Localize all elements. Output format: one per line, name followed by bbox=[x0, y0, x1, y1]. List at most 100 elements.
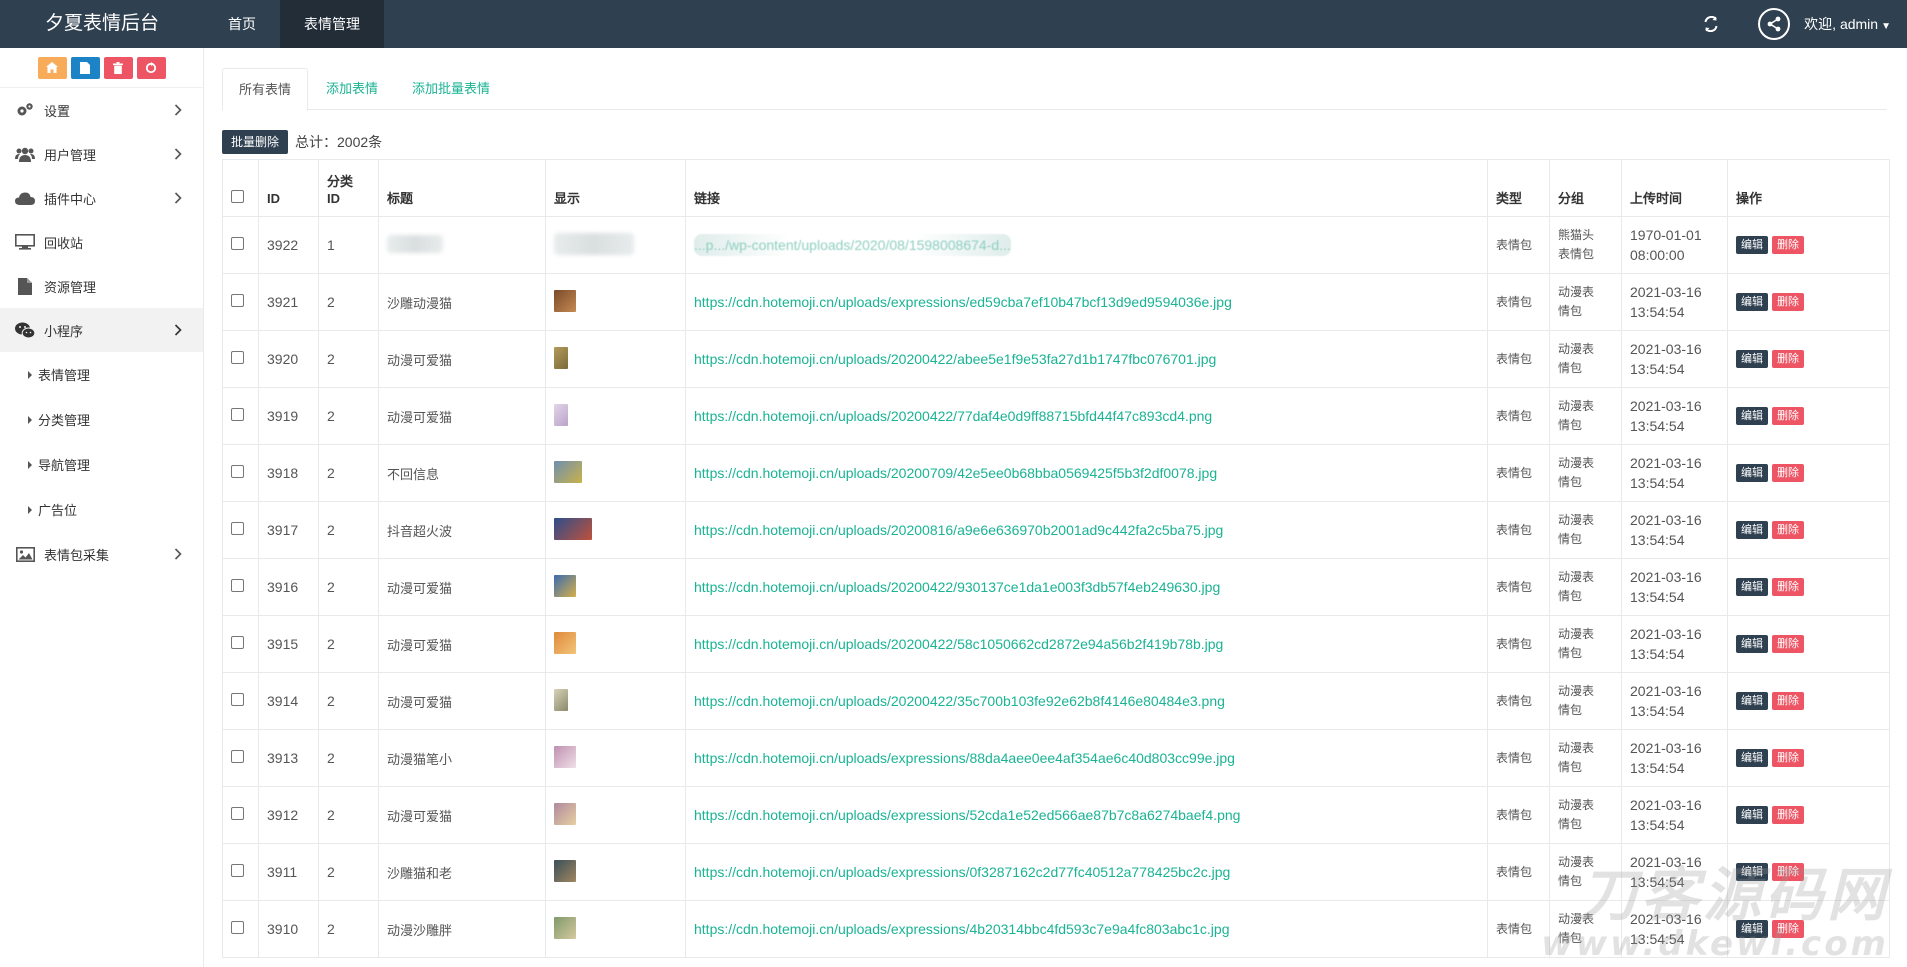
cell-upload-time: 2021-03-16 13:54:54 bbox=[1621, 615, 1728, 673]
document-button[interactable] bbox=[70, 56, 100, 79]
header-id[interactable]: ID bbox=[258, 159, 319, 217]
emoji-thumbnail[interactable] bbox=[554, 346, 568, 369]
link-text[interactable]: https://cdn.hotemoji.cn/uploads/20200422… bbox=[694, 693, 1225, 709]
delete-button[interactable]: 删除 bbox=[1772, 692, 1804, 710]
row-checkbox[interactable] bbox=[231, 750, 244, 763]
nav-emoji-management[interactable]: 表情管理 bbox=[280, 0, 384, 48]
sidebar-subitem-emoji-management[interactable]: 表情管理 bbox=[0, 352, 203, 397]
delete-button[interactable]: 删除 bbox=[1772, 293, 1804, 311]
emoji-thumbnail[interactable] bbox=[554, 289, 576, 312]
delete-button[interactable]: 删除 bbox=[1772, 920, 1804, 938]
avatar[interactable] bbox=[1758, 8, 1791, 40]
row-checkbox[interactable] bbox=[231, 351, 244, 364]
link-text[interactable]: https://cdn.hotemoji.cn/uploads/expressi… bbox=[694, 750, 1235, 766]
bulk-delete-button[interactable]: 批量删除 bbox=[222, 130, 289, 154]
nav-home[interactable]: 首页 bbox=[204, 0, 280, 48]
header-group[interactable]: 分组 bbox=[1549, 159, 1622, 217]
tab-add-emoji[interactable]: 添加表情 bbox=[310, 68, 394, 110]
sidebar-subitem-navigation-management[interactable]: 导航管理 bbox=[0, 442, 203, 487]
edit-button[interactable]: 编辑 bbox=[1736, 407, 1768, 425]
emoji-thumbnail[interactable] bbox=[554, 403, 568, 426]
edit-button[interactable]: 编辑 bbox=[1736, 806, 1768, 824]
emoji-thumbnail[interactable] bbox=[554, 517, 592, 540]
header-link[interactable]: 链接 bbox=[685, 159, 1488, 217]
row-checkbox[interactable] bbox=[231, 408, 244, 421]
emoji-thumbnail[interactable] bbox=[554, 631, 576, 654]
edit-button[interactable]: 编辑 bbox=[1736, 863, 1768, 881]
emoji-thumbnail[interactable] bbox=[554, 460, 582, 483]
link-text[interactable]: ...p.../wp-content/uploads/2020/08/15980… bbox=[694, 234, 1011, 256]
link-text[interactable]: https://cdn.hotemoji.cn/uploads/20200422… bbox=[694, 636, 1223, 652]
edit-button[interactable]: 编辑 bbox=[1736, 350, 1768, 368]
emoji-thumbnail[interactable] bbox=[554, 859, 576, 882]
row-checkbox[interactable] bbox=[231, 636, 244, 649]
delete-button[interactable]: 删除 bbox=[1772, 863, 1804, 881]
edit-button[interactable]: 编辑 bbox=[1736, 692, 1768, 710]
tab-all-emojis[interactable]: 所有表情 bbox=[222, 68, 309, 111]
row-checkbox[interactable] bbox=[231, 237, 244, 250]
sidebar-item-resources[interactable]: 资源管理 bbox=[0, 264, 203, 308]
delete-button[interactable]: 删除 bbox=[1772, 635, 1804, 653]
recycle-button[interactable] bbox=[136, 56, 166, 79]
sidebar-item-recycle-bin[interactable]: 回收站 bbox=[0, 220, 203, 264]
sidebar-item-mini-program[interactable]: 小程序 bbox=[0, 308, 203, 352]
edit-button[interactable]: 编辑 bbox=[1736, 236, 1768, 254]
refresh-icon[interactable] bbox=[1700, 13, 1722, 35]
header-upload-time[interactable]: 上传时间 bbox=[1621, 159, 1728, 217]
header-display[interactable]: 显示 bbox=[545, 159, 686, 217]
row-checkbox[interactable] bbox=[231, 921, 244, 934]
sidebar-item-plugins[interactable]: 插件中心 bbox=[0, 176, 203, 220]
user-menu[interactable]: 欢迎, admin ▼ bbox=[1804, 14, 1891, 34]
header-type[interactable]: 类型 bbox=[1487, 159, 1550, 217]
edit-button[interactable]: 编辑 bbox=[1736, 635, 1768, 653]
row-select-cell bbox=[222, 444, 259, 502]
link-text[interactable]: https://cdn.hotemoji.cn/uploads/20200422… bbox=[694, 579, 1220, 595]
delete-button[interactable]: 删除 bbox=[1772, 350, 1804, 368]
delete-button[interactable]: 删除 bbox=[1772, 521, 1804, 539]
app-title[interactable]: 夕夏表情后台 bbox=[0, 0, 204, 48]
delete-button[interactable]: 删除 bbox=[1772, 464, 1804, 482]
edit-button[interactable]: 编辑 bbox=[1736, 464, 1768, 482]
row-checkbox[interactable] bbox=[231, 864, 244, 877]
edit-button[interactable]: 编辑 bbox=[1736, 521, 1768, 539]
emoji-thumbnail[interactable] bbox=[554, 745, 576, 768]
edit-button[interactable]: 编辑 bbox=[1736, 578, 1768, 596]
sidebar-subitem-ad-slots[interactable]: 广告位 bbox=[0, 487, 203, 532]
link-text[interactable]: https://cdn.hotemoji.cn/uploads/20200816… bbox=[694, 522, 1223, 538]
row-checkbox[interactable] bbox=[231, 522, 244, 535]
edit-button[interactable]: 编辑 bbox=[1736, 293, 1768, 311]
delete-button[interactable]: 删除 bbox=[1772, 578, 1804, 596]
delete-button[interactable]: 删除 bbox=[1772, 236, 1804, 254]
home-button[interactable] bbox=[37, 56, 67, 79]
select-all-checkbox[interactable] bbox=[231, 190, 244, 203]
sidebar-item-users[interactable]: 用户管理 bbox=[0, 132, 203, 176]
link-text[interactable]: https://cdn.hotemoji.cn/uploads/expressi… bbox=[694, 807, 1240, 823]
delete-button[interactable]: 删除 bbox=[1772, 806, 1804, 824]
delete-button[interactable]: 删除 bbox=[1772, 749, 1804, 767]
delete-button[interactable]: 删除 bbox=[1772, 407, 1804, 425]
sidebar-item-settings[interactable]: 设置 bbox=[0, 88, 203, 132]
edit-button[interactable]: 编辑 bbox=[1736, 920, 1768, 938]
row-checkbox[interactable] bbox=[231, 465, 244, 478]
header-category-id[interactable]: 分类 ID bbox=[318, 159, 379, 217]
link-text[interactable]: https://cdn.hotemoji.cn/uploads/20200422… bbox=[694, 408, 1212, 424]
row-checkbox[interactable] bbox=[231, 693, 244, 706]
trash-button[interactable] bbox=[103, 56, 133, 79]
link-text[interactable]: https://cdn.hotemoji.cn/uploads/expressi… bbox=[694, 294, 1232, 310]
sidebar-item-emoji-collection[interactable]: 表情包采集 bbox=[0, 532, 203, 576]
link-text[interactable]: https://cdn.hotemoji.cn/uploads/expressi… bbox=[694, 864, 1230, 880]
row-checkbox[interactable] bbox=[231, 294, 244, 307]
edit-button[interactable]: 编辑 bbox=[1736, 749, 1768, 767]
row-checkbox[interactable] bbox=[231, 807, 244, 820]
link-text[interactable]: https://cdn.hotemoji.cn/uploads/20200422… bbox=[694, 351, 1216, 367]
tab-add-bulk-emojis[interactable]: 添加批量表情 bbox=[396, 68, 506, 110]
emoji-thumbnail[interactable] bbox=[554, 688, 568, 711]
header-title[interactable]: 标题 bbox=[378, 159, 546, 217]
emoji-thumbnail[interactable] bbox=[554, 916, 576, 939]
sidebar-subitem-category-management[interactable]: 分类管理 bbox=[0, 397, 203, 442]
emoji-thumbnail[interactable] bbox=[554, 574, 576, 597]
link-text[interactable]: https://cdn.hotemoji.cn/uploads/20200709… bbox=[694, 465, 1217, 481]
emoji-thumbnail[interactable] bbox=[554, 802, 576, 825]
link-text[interactable]: https://cdn.hotemoji.cn/uploads/expressi… bbox=[694, 921, 1230, 937]
row-checkbox[interactable] bbox=[231, 579, 244, 592]
